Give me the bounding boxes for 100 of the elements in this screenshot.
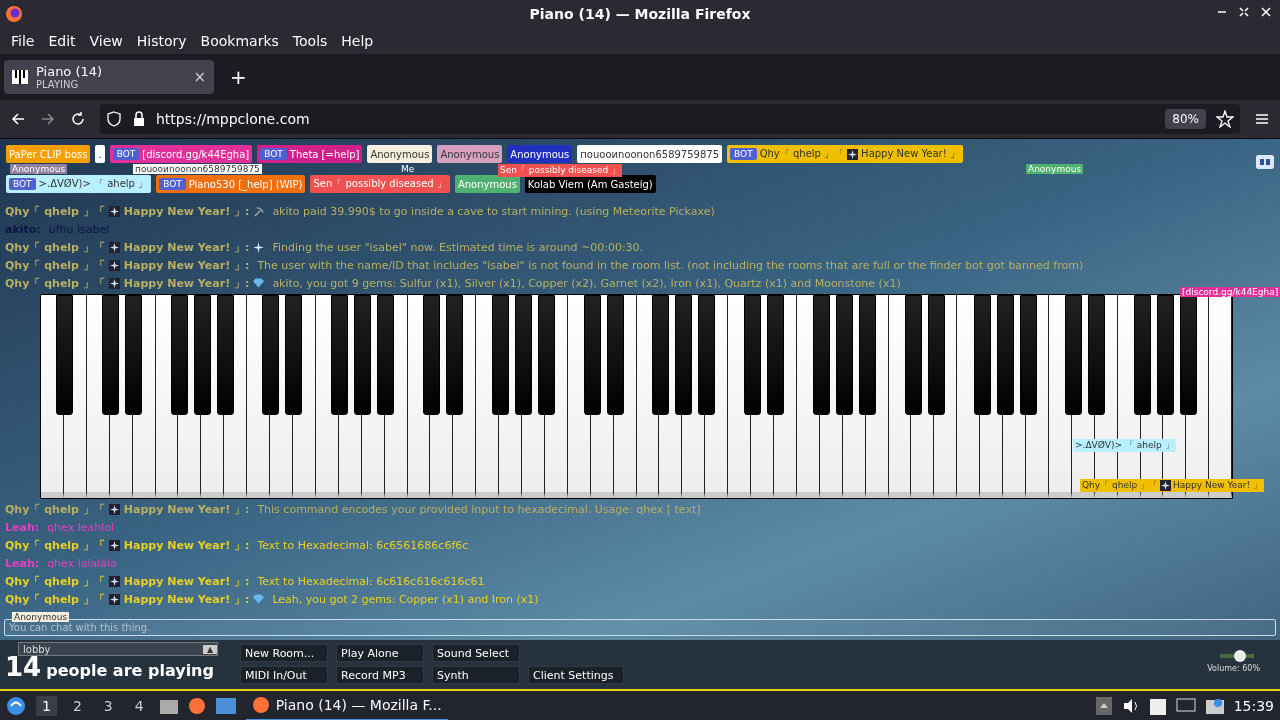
chat-sender: Happy New Year! 」:: [123, 275, 250, 291]
menu-button[interactable]: Play Alone: [336, 644, 424, 662]
notification-icon[interactable]: [1205, 698, 1224, 714]
menu-item[interactable]: Edit: [41, 33, 83, 49]
bot-badge: BOT: [9, 178, 36, 190]
chat-message: qhex lalalala: [47, 556, 117, 570]
chat-sender: Happy New Year! 」:: [123, 501, 250, 517]
user-name: Piano530 [_help] (WIP): [188, 178, 303, 190]
browser-tab[interactable]: Piano (14) PLAYING ×: [4, 60, 214, 94]
menu-item[interactable]: View: [82, 33, 130, 49]
volume-knob[interactable]: [1234, 650, 1247, 662]
window-icon[interactable]: [215, 698, 236, 714]
firework-icon: [108, 575, 120, 587]
lock-icon[interactable]: [132, 111, 146, 127]
speaker-icon[interactable]: [1121, 698, 1140, 714]
chat-message: Leah, you got 2 gems: Copper (x1) and Iron (x1): [272, 592, 539, 606]
cursor-label: Sen「 possibly diseased 」: [498, 164, 623, 177]
user-name-tag[interactable]: BOT >.ΔVØV)> 「 ahelp 」: [6, 175, 152, 193]
sparkle-icon: [253, 241, 265, 253]
menu-button[interactable]: Client Settings: [528, 666, 624, 684]
zoom-level[interactable]: 80%: [1165, 109, 1206, 129]
chat-sender: Qhy「 qhelp 」「: [5, 537, 105, 553]
user-name-tag[interactable]: BOT Qhy「 qhelp 」「 Happy New Year! 」: [727, 145, 963, 163]
maximize-icon[interactable]: [1238, 6, 1250, 18]
menu-button[interactable]: Synth: [432, 666, 520, 684]
chat-message: akito paid 39.990$ to go inside a cave to start mining. (using Meteorite Pickaxe): [272, 204, 715, 218]
tab-close-button[interactable]: ×: [193, 68, 206, 86]
menu-item[interactable]: Tools: [285, 33, 335, 49]
menu-button[interactable]: MIDI In/Out: [240, 666, 328, 684]
firework-icon: [108, 241, 120, 253]
firework-icon: [1160, 480, 1171, 491]
cursor-label: Anonymous: [10, 164, 68, 174]
cursor-label: Anonymous: [1026, 164, 1084, 174]
workspace-button[interactable]: 2: [66, 696, 88, 716]
menu-item[interactable]: File: [4, 33, 42, 49]
start-menu-icon[interactable]: [6, 696, 26, 716]
chat-message: The user with the name/ID that includes "isabel" is not found in the room list. (not including the rooms that are full or the finder bot got banned from): [257, 258, 1084, 272]
chat-sender: Happy New Year! 」:: [123, 573, 250, 589]
back-icon[interactable]: [10, 111, 26, 127]
menu-item[interactable]: History: [129, 33, 194, 49]
reload-icon[interactable]: [70, 111, 86, 127]
cursor-label: Anonymous: [12, 612, 70, 622]
gem-icon: [253, 278, 265, 288]
menu-button[interactable]: New Room...: [240, 644, 328, 662]
menu-icon[interactable]: [1254, 111, 1270, 127]
user-name-tag[interactable]: BOT [discord.gg/k44Egha]: [109, 145, 253, 163]
firework-icon: [847, 148, 859, 160]
chat-sender: Qhy「 qhelp 」「: [5, 239, 105, 255]
room-dropdown[interactable]: lobby ▲: [18, 642, 218, 656]
menu-item[interactable]: Help: [334, 33, 381, 49]
chat-message: akito, you got 9 gems: Sulfur (x1), Silver (x1), Copper (x2), Garnet (x2), Iron (x1), Quartz (x1) and Moonstone (x1): [272, 276, 901, 290]
chat-message: Finding the user "isabel" now. Estimated time is around ~00:00:30.: [272, 240, 644, 254]
workspace-button[interactable]: 3: [97, 696, 119, 716]
bot-badge: BOT: [260, 148, 287, 160]
chat-sender: Qhy「 qhelp 」「: [5, 573, 105, 589]
chat-sender: Qhy「 qhelp 」「: [5, 257, 105, 273]
gem-icon: [253, 594, 265, 604]
chat-sender: Happy New Year! 」:: [123, 239, 250, 255]
menu-button[interactable]: Record MP3: [336, 666, 424, 684]
chat-sender: Qhy「 qhelp 」「: [5, 203, 105, 219]
pickaxe-icon: [253, 205, 265, 217]
user-name: Qhy「 qhelp 」「: [759, 147, 845, 161]
user-name: Theta [=help]: [289, 148, 360, 160]
forward-icon[interactable]: [40, 111, 56, 127]
piano-icon: [12, 70, 28, 84]
chat-sender: Qhy「 qhelp 」「: [5, 591, 105, 607]
user-name-tag[interactable]: BOT Theta [=help]: [257, 145, 363, 163]
menu-item[interactable]: Bookmarks: [193, 33, 286, 49]
menu-button[interactable]: Sound Select: [432, 644, 520, 662]
taskbar-window[interactable]: Piano (14) — Mozilla F...: [245, 691, 448, 720]
chat-sender: Happy New Year! 」:: [123, 591, 250, 607]
firework-icon: [108, 503, 120, 515]
star-icon[interactable]: [1216, 110, 1234, 128]
cursor-label: поuооиnооnon6589759875: [133, 164, 262, 174]
firework-icon: [108, 205, 120, 217]
user-name-tag[interactable]: BOT Piano530 [_help] (WIP): [156, 175, 306, 193]
cursor-label: >.ΔVØV)> 「 ahelp 」: [1073, 439, 1176, 452]
firework-icon: [108, 539, 120, 551]
chat-message: This command encodes your provided input to hexadecimal. Usage: qhex [ text]: [257, 502, 701, 516]
chat-sender: Happy New Year! 」:: [123, 537, 250, 553]
chat-sender: Happy New Year! 」:: [123, 203, 250, 219]
workspace-button[interactable]: 4: [128, 696, 150, 716]
cursor-label: [discord.gg/k44Egha]: [1180, 287, 1280, 297]
user-name: [discord.gg/k44Egha]: [142, 148, 250, 160]
chat-message: qhex leahlol: [47, 520, 115, 534]
close-icon[interactable]: [1260, 6, 1272, 18]
user-name: >.ΔVØV)> 「 ahelp 」: [38, 177, 149, 191]
chat-sender: Leah:: [5, 556, 40, 570]
chat-sender: Qhy「 qhelp 」「: [5, 275, 105, 291]
shield-icon[interactable]: [106, 111, 122, 127]
chat-sender: Qhy「 qhelp 」「: [5, 501, 105, 517]
player-count-label: people are playing: [46, 661, 214, 680]
new-tab-button[interactable]: +: [222, 65, 255, 89]
bot-badge: BOT: [730, 148, 757, 160]
keyboard-icon[interactable]: [1256, 155, 1274, 169]
chat-message: Text to Hexadecimal: 6c6561686c6f6c: [257, 538, 469, 552]
address-bar[interactable]: https://mppclone.com 80%: [100, 104, 1240, 134]
cursor-label: Qhy「 qhelp 」「 Happy New Year! 」: [1080, 479, 1264, 492]
bot-badge: BOT: [159, 178, 186, 190]
workspace-button[interactable]: 1: [36, 696, 57, 716]
